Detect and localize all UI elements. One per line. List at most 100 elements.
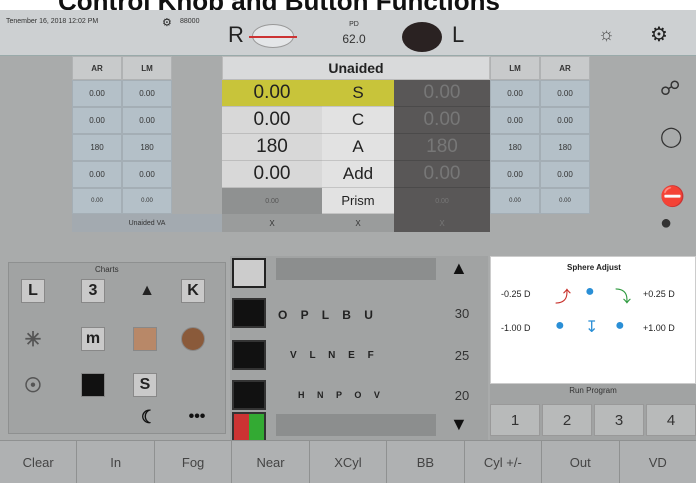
add-label[interactable]: Add [322, 161, 394, 188]
title-banner: Control Knob and Button Functions [0, 0, 696, 10]
a-right-value[interactable]: 180 [222, 134, 322, 161]
header-lm-right[interactable]: LM [490, 56, 540, 80]
lens-rotate-icon[interactable]: ◯ [660, 124, 682, 149]
unaided-va-select[interactable]: Unaided VA [72, 214, 222, 232]
plus-one-label: +1.00 D [643, 323, 675, 333]
refraction-table: AR LM LM AR Unaided 0.00 0.00 0.00 S 0.0… [72, 56, 640, 256]
column-isolate-icon[interactable] [232, 340, 266, 370]
chart-S[interactable]: S [133, 373, 157, 397]
fundus-chart-icon[interactable] [181, 327, 205, 351]
letter-isolate-icon[interactable] [232, 380, 266, 410]
vd-button[interactable]: VD [620, 441, 696, 483]
acuity-30[interactable]: 30 [448, 306, 476, 321]
xcyl-button[interactable]: XCyl [310, 441, 388, 483]
brightness-icon[interactable]: ☼ [598, 24, 615, 45]
charts-panel: Charts L 3 ▲ K ✳ m ☉ S ☾ ••• [8, 262, 226, 434]
clear-button[interactable]: Clear [0, 441, 78, 483]
knob-turn-left-icon[interactable]: ● [555, 317, 565, 335]
c-lm-right: 0.00 [490, 107, 540, 134]
a-lm-right: 180 [490, 134, 540, 161]
s-right-value[interactable]: 0.00 [222, 80, 322, 107]
pinhole-icon[interactable]: ● [660, 212, 672, 235]
fog-button[interactable]: Fog [155, 441, 233, 483]
mode-select[interactable]: Unaided [222, 56, 490, 80]
down-arrow-icon[interactable]: ▼ [450, 414, 468, 435]
astigmatism-chart-icon[interactable]: ☉ [21, 373, 45, 397]
prism-label[interactable]: Prism [322, 188, 394, 214]
settings-gear-icon[interactable]: ⚙ [650, 22, 668, 47]
more-icon[interactable]: ••• [185, 405, 209, 429]
tree-chart-icon[interactable]: ▲ [135, 279, 159, 303]
binocular-rotate-icon[interactable]: ☍ [660, 76, 680, 101]
s-ar-left: 0.00 [72, 80, 122, 107]
left-eye-lens-icon[interactable] [402, 22, 442, 52]
va-left-x: X [394, 214, 490, 232]
knob-turn-right-icon[interactable]: ● [615, 317, 625, 335]
minus-quarter-label: -0.25 D [501, 289, 531, 299]
in-button[interactable]: In [77, 441, 155, 483]
add-left-value[interactable]: 0.00 [394, 161, 490, 188]
line-isolate-icon[interactable] [232, 298, 266, 328]
up-arrow-icon[interactable]: ▲ [450, 258, 468, 279]
top-status-bar: Tenember 16, 2018 12:02 PM ⚙ 88000 R PD … [0, 10, 696, 56]
program-2-button[interactable]: 2 [542, 404, 592, 436]
chart-m[interactable]: m [81, 327, 105, 351]
c-left-value[interactable]: 0.00 [394, 107, 490, 134]
right-eye-lens-icon[interactable] [249, 24, 297, 48]
knob-push-icon[interactable]: ↧ [585, 317, 598, 337]
s-left-value[interactable]: 0.00 [394, 80, 490, 107]
chart-K[interactable]: K [181, 279, 205, 303]
knob-icon[interactable]: ● [585, 283, 595, 301]
acuity-25[interactable]: 25 [448, 348, 476, 363]
sphere-adjust-title: Sphere Adjust [567, 263, 621, 272]
green-arrow-icon[interactable]: ⤵ [615, 283, 631, 307]
prism-right-value[interactable]: 0.00 [222, 188, 322, 214]
out-button[interactable]: Out [542, 441, 620, 483]
va-both-x: X [322, 214, 394, 232]
optotype-line-1: O P L B U [278, 308, 373, 322]
image-chart-icon[interactable] [133, 327, 157, 351]
program-1-button[interactable]: 1 [490, 404, 540, 436]
prism-left-value[interactable]: 0.00 [394, 188, 490, 214]
single-letter-icon[interactable] [232, 258, 266, 288]
near-button[interactable]: Near [232, 441, 310, 483]
acuity-20[interactable]: 20 [448, 388, 476, 403]
occluder-icon[interactable]: ⛔ [660, 184, 685, 209]
chart-3[interactable]: 3 [81, 279, 105, 303]
a-label[interactable]: A [322, 134, 394, 161]
night-mode-icon[interactable]: ☾ [137, 405, 161, 429]
s-lm-right: 0.00 [490, 80, 540, 107]
prism-lm-left: 0.00 [122, 188, 172, 214]
program-4-button[interactable]: 4 [646, 404, 696, 436]
add-right-value[interactable]: 0.00 [222, 161, 322, 188]
prism-ar-left: 0.00 [72, 188, 122, 214]
date-time: Tenember 16, 2018 12:02 PM [6, 18, 99, 25]
right-eye-label: R [228, 22, 244, 47]
header-ar-left[interactable]: AR [72, 56, 122, 80]
run-program-panel: Run Program 1 2 3 4 [490, 384, 696, 440]
c-label[interactable]: C [322, 107, 394, 134]
add-lm-left: 0.00 [122, 161, 172, 188]
header-ar-right[interactable]: AR [540, 56, 590, 80]
run-program-title: Run Program [569, 386, 617, 395]
pd-value[interactable]: 62.0 [336, 32, 372, 46]
plus-quarter-label: +0.25 D [643, 289, 675, 299]
header-lm-left[interactable]: LM [122, 56, 172, 80]
small-gear-icon[interactable]: ⚙ [162, 16, 172, 29]
a-left-value[interactable]: 180 [394, 134, 490, 161]
radial-chart-icon[interactable]: ✳ [21, 327, 45, 351]
red-arrow-icon[interactable]: ⤴ [555, 283, 571, 307]
c-right-value[interactable]: 0.00 [222, 107, 322, 134]
c-ar-right: 0.00 [540, 107, 590, 134]
main-panel: AR LM LM AR Unaided 0.00 0.00 0.00 S 0.0… [0, 56, 696, 442]
program-3-button[interactable]: 3 [594, 404, 644, 436]
dark-chart-icon[interactable] [81, 373, 105, 397]
chart-L[interactable]: L [21, 279, 45, 303]
s-lm-left: 0.00 [122, 80, 172, 107]
red-green-icon[interactable] [232, 412, 266, 442]
cyl-toggle-button[interactable]: Cyl +/- [465, 441, 543, 483]
bb-button[interactable]: BB [387, 441, 465, 483]
add-ar-right: 0.00 [540, 161, 590, 188]
s-label[interactable]: S [322, 80, 394, 107]
charts-title: Charts [95, 265, 119, 274]
